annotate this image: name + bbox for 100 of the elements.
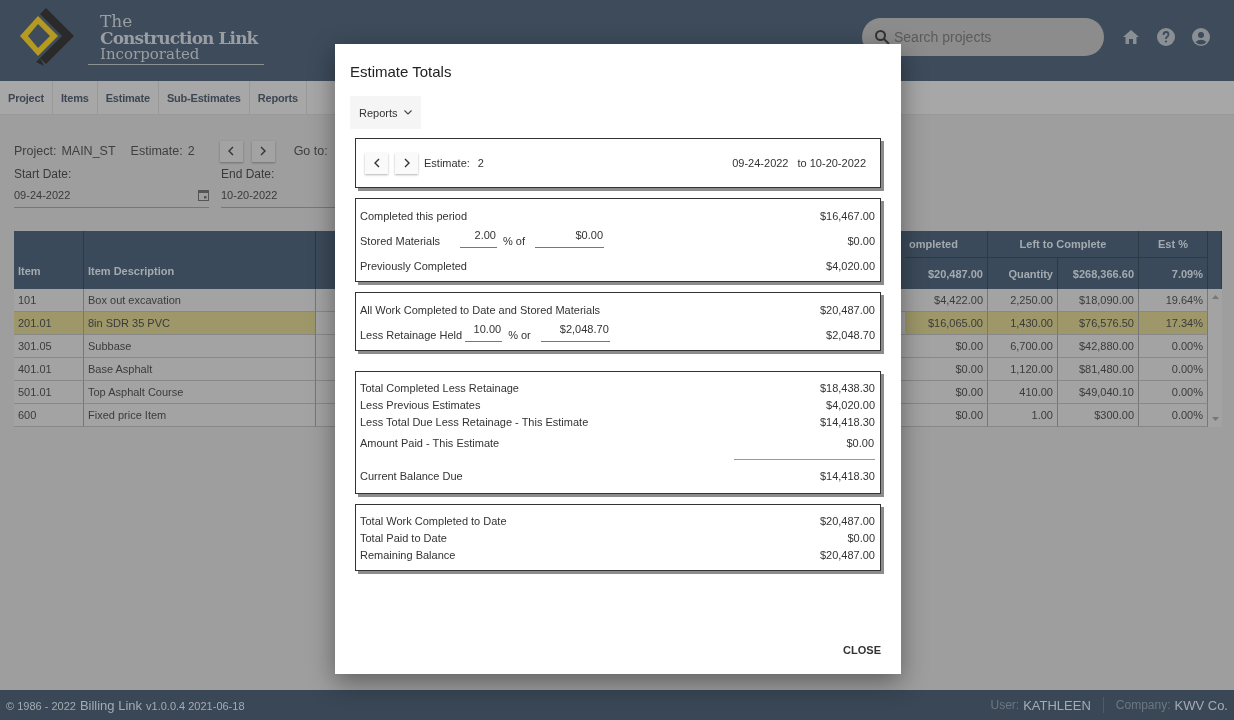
estimate-label: Estimate: [130,144,183,158]
account-icon[interactable] [1192,28,1210,46]
total-amount: $0.00 [847,531,875,544]
chevron-left-icon [228,146,235,156]
total-label: Completed this period [360,209,467,222]
table-cell: $0.00 [905,335,988,358]
calendar-icon [198,189,209,201]
percent-field[interactable]: 2.00 [460,229,497,248]
table-cell: $300.00 [1058,404,1139,427]
nav-tab[interactable]: Project [0,81,53,114]
table-cell: $81,480.00 [1058,358,1139,381]
goto-label: Go to: [293,144,328,158]
table-cell: 401.01 [14,358,84,381]
table-cell: Subbase [84,335,316,358]
total-label: Amount Paid - This Estimate [360,437,500,449]
table-cell: $18,090.00 [1058,289,1139,312]
previous-button[interactable] [365,152,388,174]
previous-button[interactable] [219,140,243,162]
dialog-title: Estimate Totals [350,63,453,80]
table-cell: 0.00% [1139,335,1208,358]
table-cell: $0.00 [905,381,988,404]
search-icon [874,29,890,45]
percent-field[interactable]: 10.00 [465,323,503,342]
total-amount: $14,418.30 [819,469,875,482]
next-button[interactable] [251,140,275,162]
table-cell: Box out excavation [84,289,316,312]
caret-icon [403,110,412,115]
total-label: All Work Completed to Date and Stored Materials [360,303,601,316]
total-label: Previously Completed [360,259,467,272]
logo-text: Incorporated [100,47,200,62]
table-cell: 1.00 [988,404,1058,427]
table-cell: 0.00% [1139,404,1208,427]
total-label: Total Work Completed to Date [360,514,507,527]
nav-tab[interactable]: Estimate [97,81,159,114]
project-label: Project: [14,144,57,158]
nav-tab[interactable]: Reports [249,81,307,114]
amount-paid-field[interactable]: $0.00 [734,437,875,460]
end-date: to 10-20-2022 [797,157,866,169]
total-label: Less Previous Estimates [360,398,481,411]
help-icon[interactable] [1157,28,1175,46]
percent-label: % of [503,234,525,247]
table-cell: 17.34% [1139,312,1208,335]
column-group-header: Left to Complete [988,231,1139,258]
table-cell: 0.00% [1139,381,1208,404]
table-cell: $4,422.00 [905,289,988,312]
date-label: End Date: [221,167,276,181]
estimate-label: Estimate: [424,157,470,169]
chevron-right-icon [260,146,267,156]
table-cell: 2,250.00 [988,289,1058,312]
total-amount: $16,467.00 [819,209,875,222]
total-label: Stored Materials [360,234,442,247]
table-cell: $0.00 [905,404,988,427]
table-cell: Base Asphalt [84,358,316,381]
table-cell: 301.05 [14,335,84,358]
home-icon[interactable] [1122,29,1140,45]
total-label: Remaining Balance [360,548,456,561]
nav-tab[interactable]: Items [52,81,98,114]
amount-field[interactable]: $2,048.70 [540,323,610,342]
total-label: Total Paid to Date [360,531,447,544]
logo-text: Construction Link [100,30,258,47]
nav-tab[interactable]: Sub-Estimates [158,81,250,114]
estimate-number: 2 [187,144,195,158]
date-field[interactable]: 09-24-2022 [14,187,209,208]
table-cell: 1,430.00 [988,312,1058,335]
chevron-right-icon [403,158,410,168]
close-button[interactable]: CLOSE [843,640,881,660]
table-cell: 0.00% [1139,358,1208,381]
total-amount: $4,020.00 [826,398,875,411]
table-cell: 501.01 [14,381,84,404]
total-amount: $18,438.30 [819,381,875,394]
user-name: KATHLEEN [1023,697,1091,713]
start-date: 09-24-2022 [732,157,789,169]
total-label: Less Retainage Held [360,328,463,341]
total-amount: $2,048.70 [826,328,875,341]
column-group-header: Est % [1139,231,1208,258]
chevron-left-icon [373,158,380,168]
scroll-up-icon[interactable] [1211,295,1219,299]
table-cell: 600 [14,404,84,427]
table-cell: 201.01 [14,312,84,335]
column-group-header: ompleted [905,231,988,258]
total-amount: $14,418.30 [819,415,875,428]
logo-text: The [100,13,133,30]
table-cell: 8in SDR 35 PVC [84,312,316,335]
total-amount: $20,487.00 [819,548,875,561]
total-label: Total Completed Less Retainage [360,381,519,394]
reports-menu-button[interactable]: Reports [350,96,421,129]
percent-label: % or [508,328,531,341]
total-amount: $4,020.00 [826,259,875,272]
next-button[interactable] [395,152,418,174]
table-cell: 1,120.00 [988,358,1058,381]
table-cell: 6,700.00 [988,335,1058,358]
company-name: KWV Co. [1174,697,1228,713]
table-cell: 410.00 [988,381,1058,404]
scroll-down-icon[interactable] [1211,417,1219,421]
total-amount: $20,487.00 [819,303,875,316]
amount-field[interactable]: $0.00 [535,229,604,248]
table-cell: $0.00 [905,358,988,381]
table-cell: Fixed price Item [84,404,316,427]
date-label: Start Date: [14,167,73,181]
table-cell: 19.64% [1139,289,1208,312]
